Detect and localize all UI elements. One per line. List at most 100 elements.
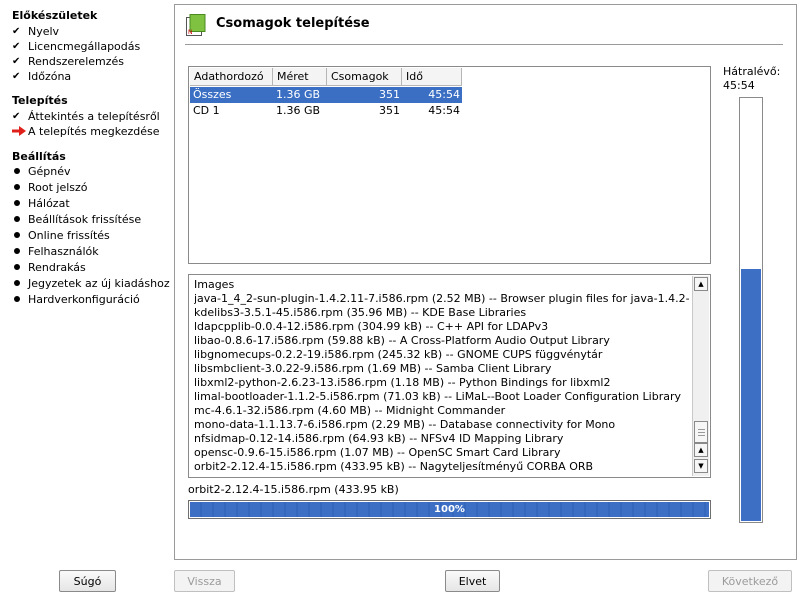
bullet-icon xyxy=(12,280,28,286)
step-license: ✔ Licencmegállapodás xyxy=(12,38,140,54)
remaining-time: Hátralévő: 45:54 xyxy=(723,65,780,93)
step-label: Időzóna xyxy=(28,69,72,83)
scroll-down-icon[interactable]: ▼ xyxy=(694,459,708,473)
step-timezone: ✔ Időzóna xyxy=(12,68,71,84)
table-header: Adathordozó Méret Csomagok Idő xyxy=(190,68,462,86)
step-overview: ✔ Áttekintés a telepítésről xyxy=(12,108,160,124)
abort-button[interactable]: Elvet xyxy=(445,570,500,592)
cell-media: Összes xyxy=(193,88,232,101)
step-label: Beállítások frissítése xyxy=(28,212,142,226)
step-root-password: Root jelszó xyxy=(12,179,88,195)
log-line: libxml2-python-2.6.23-13.i586.rpm (1.18 … xyxy=(194,376,611,389)
log-line: nfsidmap-0.12-14.i586.rpm (64.93 kB) -- … xyxy=(194,432,564,445)
log-line: mono-data-1.1.13.7-6.i586.rpm (2.29 MB) … xyxy=(194,418,616,431)
step-network: Hálózat xyxy=(12,195,70,211)
remaining-time-fill xyxy=(741,268,761,521)
progress-fill: 100% xyxy=(190,502,709,517)
current-step-arrow-icon xyxy=(12,126,28,136)
current-file-label: orbit2-2.12.4-15.i586.rpm (433.95 kB) xyxy=(188,483,399,496)
step-system-analysis: ✔ Rendszerelemzés xyxy=(12,53,124,69)
cell-size: 1.36 GB xyxy=(276,104,321,117)
bullet-icon xyxy=(12,264,28,270)
help-button[interactable]: Súgó xyxy=(59,570,116,592)
log-line: mc-4.6.1-32.i586.rpm (4.60 MB) -- Midnig… xyxy=(194,404,506,417)
bullet-icon xyxy=(12,248,28,254)
scroll-up-icon[interactable]: ▲ xyxy=(694,277,708,291)
log-line: kdelibs3-3.5.1-45.i586.rpm (35.96 MB) --… xyxy=(194,306,527,319)
remaining-time-bar xyxy=(739,97,763,523)
step-label: Hálózat xyxy=(28,196,70,210)
bullet-icon xyxy=(12,184,28,190)
cell-packages: 351 xyxy=(379,104,400,117)
log-line: orbit2-2.12.4-15.i586.rpm (433.95 kB) --… xyxy=(194,460,594,473)
step-sidebar: Előkészületek ✔ Nyelv ✔ Licencmegállapodás… xyxy=(0,0,172,560)
check-icon: ✔ xyxy=(12,40,21,52)
table-row[interactable]: CD 1 1.36 GB 351 45:54 xyxy=(190,103,462,119)
package-log[interactable]: Images java-1_4_2-sun-plugin-1.4.2.11-7.… xyxy=(188,274,711,478)
step-label: Online frissítés xyxy=(28,228,110,242)
step-label: Root jelszó xyxy=(28,180,88,194)
bullet-icon xyxy=(12,168,28,174)
step-label: Nyelv xyxy=(28,24,60,38)
step-update-settings: Beállítások frissítése xyxy=(12,211,141,227)
bullet-icon xyxy=(12,216,28,222)
column-header-media[interactable]: Adathordozó xyxy=(190,68,273,86)
title-divider xyxy=(185,44,783,45)
step-label: Felhasználók xyxy=(28,244,99,258)
step-label: Licencmegállapodás xyxy=(28,39,141,53)
check-icon: ✔ xyxy=(12,70,21,82)
check-icon: ✔ xyxy=(12,25,21,37)
media-table[interactable]: Adathordozó Méret Csomagok Idő Összes 1.… xyxy=(188,66,711,264)
step-online-update: Online frissítés xyxy=(12,227,110,243)
step-language: ✔ Nyelv xyxy=(12,23,59,39)
cell-time: 45:54 xyxy=(428,104,460,117)
log-lines: Images java-1_4_2-sun-plugin-1.4.2.11-7.… xyxy=(194,278,689,474)
step-start-installation: A telepítés megkezdése xyxy=(12,123,160,139)
check-icon: ✔ xyxy=(12,110,21,122)
log-line: Images xyxy=(194,278,235,291)
page-title: Csomagok telepítése xyxy=(216,16,370,31)
cell-media: CD 1 xyxy=(193,104,220,117)
section-title-preparation: Előkészületek xyxy=(12,9,98,22)
column-header-time[interactable]: Idő xyxy=(402,68,462,86)
cell-packages: 351 xyxy=(379,88,400,101)
step-label: Rendrakás xyxy=(28,260,86,274)
log-line: limal-bootloader-1.1.2-5.i586.rpm (71.03… xyxy=(194,390,681,403)
main-panel: N Csomagok telepítése Adathordozó Méret … xyxy=(174,4,797,560)
package-icon: N xyxy=(186,14,206,36)
next-button[interactable]: Következő xyxy=(708,570,792,592)
check-icon: ✔ xyxy=(12,55,21,67)
step-label: Gépnév xyxy=(28,164,71,178)
step-hardware-config: Hardverkonfiguráció xyxy=(12,291,140,307)
step-label: Jegyzetek az új kiadáshoz xyxy=(28,276,170,290)
step-hostname: Gépnév xyxy=(12,163,71,179)
step-label: Áttekintés a telepítésről xyxy=(28,109,160,123)
package-progress-bar: 100% xyxy=(188,500,711,519)
remaining-value: 45:54 xyxy=(723,79,755,92)
table-row[interactable]: Összes 1.36 GB 351 45:54 xyxy=(190,87,462,103)
step-release-notes: Jegyzetek az új kiadáshoz xyxy=(12,275,170,291)
section-title-configuration: Beállítás xyxy=(12,150,66,163)
section-title-installation: Telepítés xyxy=(12,94,68,107)
remaining-label: Hátralévő: xyxy=(723,65,781,78)
bullet-icon xyxy=(12,200,28,206)
scroll-up-icon[interactable]: ▲ xyxy=(694,443,708,457)
log-line: java-1_4_2-sun-plugin-1.4.2.11-7.i586.rp… xyxy=(194,292,689,305)
log-scrollbar[interactable]: ▲ ▲ ▼ xyxy=(692,276,709,476)
column-header-size[interactable]: Méret xyxy=(273,68,327,86)
cell-size: 1.36 GB xyxy=(276,88,321,101)
log-line: libao-0.8.6-17.i586.rpm (59.88 kB) -- A … xyxy=(194,334,610,347)
log-line: ldapcpplib-0.0.4-12.i586.rpm (304.99 kB)… xyxy=(194,320,549,333)
step-label: A telepítés megkezdése xyxy=(28,124,160,138)
cell-time: 45:54 xyxy=(428,88,460,101)
bullet-icon xyxy=(12,296,28,302)
column-header-packages[interactable]: Csomagok xyxy=(327,68,402,86)
log-line: opensc-0.9.6-15.i586.rpm (1.07 MB) -- Op… xyxy=(194,446,561,459)
step-label: Rendszerelemzés xyxy=(28,54,125,68)
scroll-thumb[interactable] xyxy=(694,421,708,443)
svg-text:N: N xyxy=(188,29,193,36)
progress-percent: 100% xyxy=(434,504,465,515)
back-button[interactable]: Vissza xyxy=(174,570,235,592)
step-label: Hardverkonfiguráció xyxy=(28,292,140,306)
step-cleanup: Rendrakás xyxy=(12,259,86,275)
